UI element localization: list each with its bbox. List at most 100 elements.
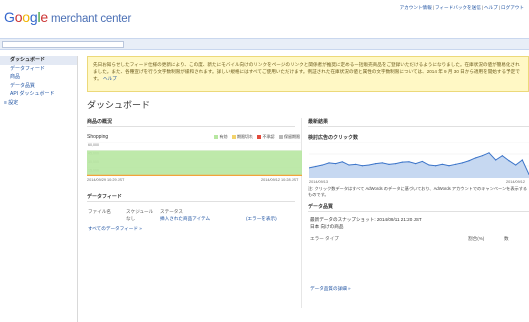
header: Google merchant center アカウント情報|フィードバックを送信… bbox=[0, 0, 529, 36]
legend-swatch bbox=[257, 135, 261, 139]
data-point bbox=[348, 164, 350, 166]
data-point bbox=[401, 161, 403, 163]
legend-label: 保留期限 bbox=[284, 134, 300, 139]
all-data-feeds-link[interactable]: すべてのデータフィード » bbox=[88, 226, 142, 232]
logo-letter: G bbox=[4, 9, 15, 25]
data-point bbox=[315, 165, 317, 168]
legend-label: 有効 bbox=[219, 134, 228, 139]
column-header: スケジュール bbox=[126, 209, 154, 214]
data-point bbox=[381, 162, 383, 164]
page-title: ダッシュボード bbox=[87, 100, 151, 110]
table-header-row: ファイル名 スケジュール ステータス bbox=[88, 209, 293, 216]
notice-text: 先日お知らせしたフィード仕様の更新により、この度、新たにモバイル向けのリンクをペ… bbox=[93, 62, 520, 81]
legend-swatch bbox=[278, 135, 283, 139]
feeds-table: ファイル名 スケジュール ステータス なし 挿入された商品アイテム (エラーを表… bbox=[88, 209, 293, 223]
error-table-header: エラー タイプ 割合(%) 数 bbox=[310, 236, 529, 243]
data-point bbox=[475, 157, 477, 159]
data-point bbox=[355, 163, 357, 165]
rate-header: 割合(%) bbox=[468, 236, 485, 241]
data-point bbox=[395, 163, 397, 165]
legend-item: 有効 bbox=[214, 134, 228, 140]
feed-schedule: なし bbox=[126, 216, 136, 221]
legend-item: 期限切れ bbox=[231, 134, 253, 140]
data-point bbox=[428, 164, 430, 166]
data-point bbox=[375, 163, 377, 165]
sidebar-item-api-dashboard[interactable]: API ダッシュボード bbox=[0, 90, 77, 99]
data-point bbox=[515, 164, 517, 166]
legend-swatch bbox=[214, 135, 218, 139]
count-header: 数 bbox=[504, 236, 509, 241]
feedback-link[interactable]: フィードバックを送信 bbox=[435, 5, 481, 10]
error-type-header: エラー タイプ bbox=[310, 236, 339, 241]
sidebar-item-data-quality[interactable]: データ品質 bbox=[0, 82, 77, 91]
y-tick-label: 60,000 bbox=[88, 143, 99, 147]
search-input[interactable] bbox=[2, 41, 124, 48]
data-point bbox=[408, 161, 410, 163]
data-point bbox=[455, 163, 457, 165]
data-quality-panel: 最新データのスナップショット: 2014/09/11 21:20 JST 日本 … bbox=[310, 217, 529, 243]
data-point bbox=[441, 163, 443, 165]
data-point bbox=[435, 165, 437, 167]
series-area bbox=[87, 150, 302, 176]
sidebar-item-settings[interactable]: ≡ 設定 bbox=[0, 99, 77, 108]
logout-link[interactable]: ログアウト bbox=[501, 5, 524, 10]
overview-area-chart: 60,00045,00030,00015,000 bbox=[87, 142, 302, 176]
notice-help-link[interactable]: ヘルプ bbox=[103, 76, 117, 81]
clicks-line-chart bbox=[309, 142, 529, 178]
chart-label-shopping: Shopping bbox=[87, 134, 109, 140]
data-point bbox=[508, 160, 510, 162]
data-point bbox=[481, 155, 483, 157]
legend-label: 不承認 bbox=[262, 134, 275, 139]
data-point bbox=[335, 163, 337, 165]
data-point bbox=[328, 162, 330, 164]
help-link[interactable]: ヘルプ bbox=[484, 5, 498, 10]
clicks-chart-label: 検討広告のクリック数 bbox=[308, 135, 359, 141]
data-point bbox=[415, 163, 417, 165]
data-point bbox=[361, 165, 363, 167]
overview-date-end: 2014/09/12 10:28 JST bbox=[261, 178, 299, 182]
app-name: merchant center bbox=[51, 13, 132, 25]
overview-panel-title: 商品の概況 bbox=[87, 118, 295, 127]
legend-swatch bbox=[231, 135, 236, 139]
clicks-note: 注: クリック数データはすべて AdWords のデータに基づいており、AdWo… bbox=[308, 186, 528, 197]
data-point bbox=[321, 164, 323, 166]
data-point bbox=[501, 155, 503, 157]
sidebar-item-data-feeds[interactable]: データフィード bbox=[0, 65, 77, 74]
account-info-link[interactable]: アカウント情報 bbox=[400, 5, 432, 10]
sidebar: ダッシュボード データフィード 商品 データ品質 API ダッシュボード ≡ 設… bbox=[0, 56, 78, 322]
notice-banner: 先日お知らせしたフィード仕様の更新により、この度、新たにモバイル向けのリンクをペ… bbox=[87, 56, 529, 92]
sidebar-item-dashboard[interactable]: ダッシュボード bbox=[0, 56, 77, 65]
overview-date-start: 2014/09/29 10:29 JST bbox=[87, 178, 125, 182]
search-results-title: 最新結果 bbox=[308, 118, 529, 127]
overview-legend: 有効 期限切れ 不承認 保留期限 bbox=[214, 134, 300, 140]
data-point bbox=[521, 159, 523, 161]
search-bar bbox=[0, 38, 529, 50]
data-point bbox=[368, 164, 370, 166]
legend-label: 期限切れ bbox=[237, 134, 253, 139]
data-point bbox=[468, 160, 470, 162]
column-header: ステータス bbox=[160, 209, 183, 214]
table-row: なし 挿入された商品アイテム (エラーを表示) bbox=[88, 216, 293, 223]
series-area bbox=[309, 152, 529, 178]
data-point bbox=[488, 152, 490, 154]
data-quality-title: データ品質 bbox=[308, 203, 529, 212]
show-errors-link[interactable]: (エラーを表示) bbox=[246, 216, 277, 222]
data-point bbox=[448, 165, 450, 167]
clicks-date-end: 2014/09/12 bbox=[506, 180, 526, 184]
data-point bbox=[421, 160, 423, 163]
feeds-panel-title: データフィード bbox=[87, 193, 295, 202]
sidebar-item-products[interactable]: 商品 bbox=[0, 73, 77, 82]
data-point bbox=[461, 162, 463, 164]
target-country: 日本 向けの商品 bbox=[310, 223, 344, 229]
top-links: アカウント情報|フィードバックを送信|ヘルプ|ログアウト bbox=[399, 5, 524, 10]
clicks-date-start: 2014/09/13 bbox=[309, 180, 329, 184]
legend-item: 保留期限 bbox=[278, 134, 300, 140]
legend-item: 不承認 bbox=[257, 134, 275, 140]
data-point bbox=[495, 159, 497, 161]
google-merchant-center-logo[interactable]: Google merchant center bbox=[4, 9, 131, 25]
data-point bbox=[341, 161, 343, 163]
logo-letter: e bbox=[40, 9, 48, 25]
data-point bbox=[388, 163, 390, 165]
data-quality-details-link[interactable]: データ品質の詳細 » bbox=[310, 286, 351, 292]
feed-status-link[interactable]: 挿入された商品アイテム bbox=[160, 216, 210, 222]
